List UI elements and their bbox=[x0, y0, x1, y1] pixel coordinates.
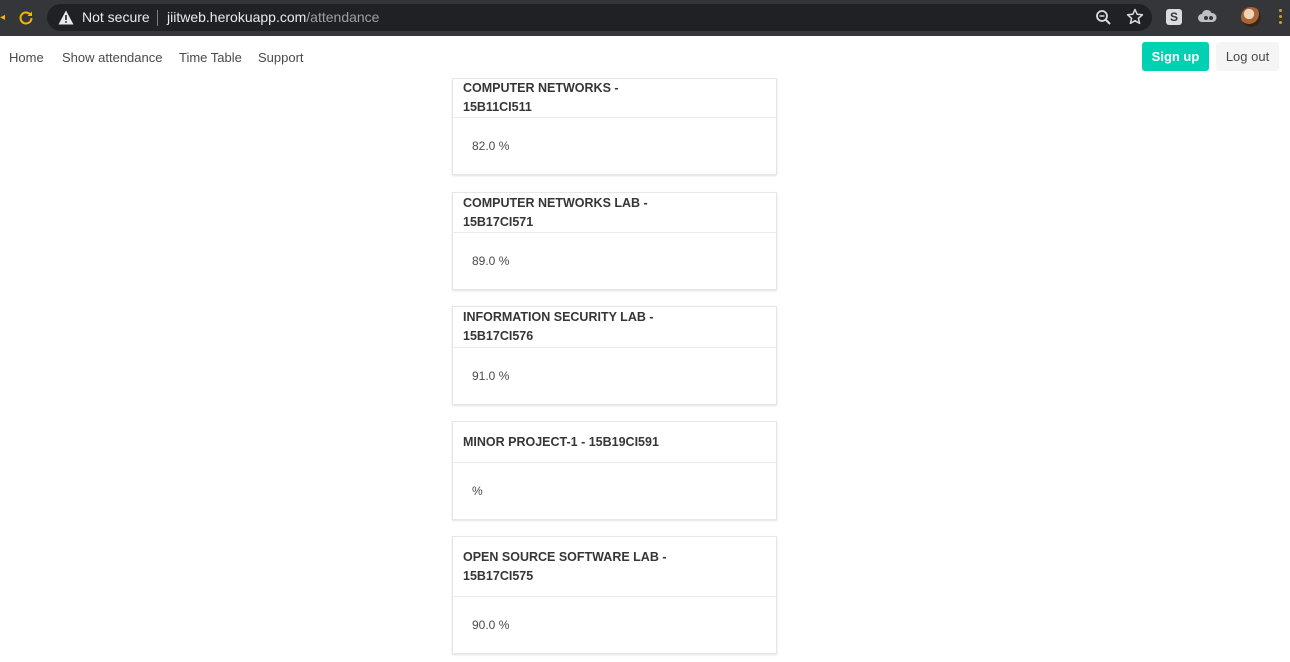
address-bar[interactable]: Not secure jiitweb.herokuapp.com/attenda… bbox=[47, 4, 1152, 31]
nav-support-link[interactable]: Support bbox=[258, 50, 304, 65]
address-divider bbox=[157, 10, 158, 26]
reload-icon[interactable] bbox=[14, 6, 38, 30]
back-arrow-icon[interactable]: ◂ bbox=[0, 12, 5, 23]
nav-time-table-link[interactable]: Time Table bbox=[179, 50, 242, 65]
course-title: COMPUTER NETWORKS - 15B11CI511 bbox=[453, 79, 776, 118]
course-title: MINOR PROJECT-1 - 15B19CI591 bbox=[453, 422, 776, 463]
url-path: /attendance bbox=[306, 9, 380, 25]
course-title: OPEN SOURCE SOFTWARE LAB - 15B17CI575 bbox=[453, 537, 776, 597]
warning-icon[interactable] bbox=[58, 10, 74, 25]
course-title: INFORMATION SECURITY LAB - 15B17CI576 bbox=[453, 307, 776, 348]
nav-show-attendance-link[interactable]: Show attendance bbox=[62, 50, 162, 65]
attendance-percentage: 82.0 % bbox=[472, 139, 510, 153]
attendance-card: OPEN SOURCE SOFTWARE LAB - 15B17CI575 90… bbox=[452, 536, 777, 654]
site-navbar: Home Show attendance Time Table Support … bbox=[0, 36, 1290, 78]
attendance-card: COMPUTER NETWORKS LAB - 15B17CI571 89.0 … bbox=[452, 192, 777, 290]
attendance-card: COMPUTER NETWORKS - 15B11CI511 82.0 % bbox=[452, 78, 777, 175]
attendance-percentage: 90.0 % bbox=[472, 618, 510, 632]
attendance-percentage: % bbox=[472, 484, 483, 498]
browser-menu-icon[interactable] bbox=[1278, 9, 1284, 27]
browser-toolbar: ◂ Not secure jiitweb.herokuapp.com/atten… bbox=[0, 0, 1290, 36]
profile-avatar[interactable] bbox=[1241, 7, 1261, 27]
cloud-extension-icon[interactable] bbox=[1197, 8, 1217, 26]
extension-s-icon[interactable]: S bbox=[1166, 9, 1182, 25]
log-out-button[interactable]: Log out bbox=[1216, 42, 1279, 71]
url-text[interactable]: jiitweb.herokuapp.com/attendance bbox=[167, 9, 379, 25]
course-title: COMPUTER NETWORKS LAB - 15B17CI571 bbox=[453, 193, 776, 233]
zoom-icon[interactable] bbox=[1095, 9, 1112, 26]
bookmark-star-icon[interactable] bbox=[1126, 8, 1144, 26]
security-status-label[interactable]: Not secure bbox=[82, 9, 150, 25]
attendance-card: INFORMATION SECURITY LAB - 15B17CI576 91… bbox=[452, 306, 777, 405]
attendance-percentage: 89.0 % bbox=[472, 254, 510, 268]
sign-up-button[interactable]: Sign up bbox=[1142, 42, 1209, 71]
url-host: jiitweb.herokuapp.com bbox=[167, 9, 307, 25]
attendance-card: MINOR PROJECT-1 - 15B19CI591 % bbox=[452, 421, 777, 520]
attendance-percentage: 91.0 % bbox=[472, 369, 510, 383]
nav-home-link[interactable]: Home bbox=[9, 50, 44, 65]
